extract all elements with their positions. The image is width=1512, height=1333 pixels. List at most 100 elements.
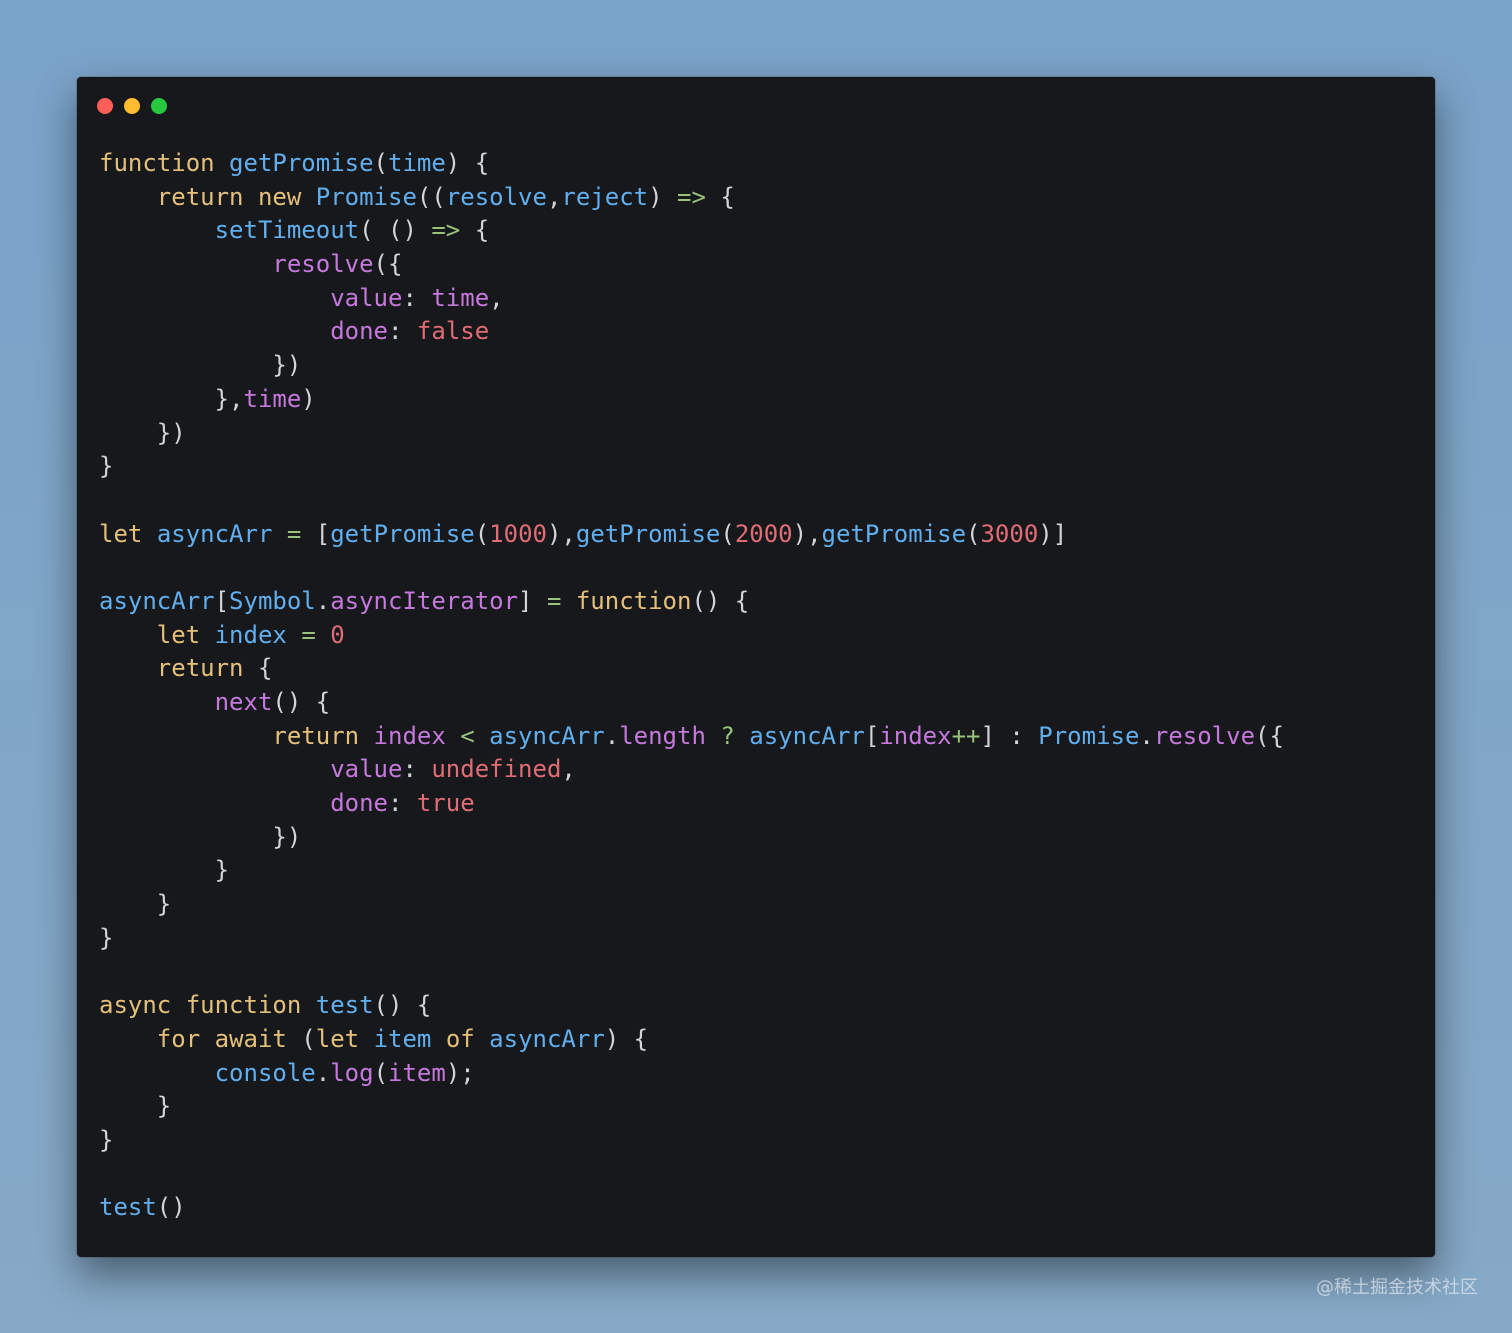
code-token: ): [301, 384, 316, 413]
code-line: }: [99, 888, 1284, 922]
code-line: done: false: [99, 315, 1284, 349]
code-token: index: [879, 721, 952, 750]
code-token: index: [214, 620, 287, 649]
code-token: ) {: [604, 1024, 649, 1053]
code-token: asyncArr: [156, 519, 273, 548]
code-token: ) {: [445, 149, 490, 177]
code-token: time: [431, 283, 490, 312]
code-block: function getPromise(time) { return new P…: [99, 147, 1284, 1225]
code-token: (: [966, 519, 981, 548]
code-token: }: [99, 1092, 172, 1121]
code-token: asyncIterator: [330, 586, 519, 615]
code-token: asyncArr: [489, 721, 605, 750]
code-token: done: [330, 789, 388, 818]
code-token: {: [460, 216, 490, 245]
code-token: console: [214, 1058, 316, 1087]
code-token: 0: [330, 620, 345, 649]
code-token: ,: [546, 182, 562, 211]
code-token: }: [99, 890, 172, 919]
code-token: index: [373, 721, 446, 750]
code-token: }: [99, 1125, 114, 1154]
code-token: =>: [431, 216, 461, 245]
code-token: =: [301, 620, 316, 649]
code-line: }): [99, 349, 1284, 383]
code-line: console.log(item);: [99, 1057, 1284, 1091]
code-token: asyncArr: [99, 586, 215, 615]
code-token: :: [387, 789, 417, 818]
code-line: }): [99, 821, 1284, 855]
traffic-lights: [97, 98, 167, 114]
code-line: }: [99, 1090, 1284, 1124]
code-line: setTimeout( () => {: [99, 214, 1284, 248]
code-token: (: [720, 519, 735, 548]
code-token: [: [214, 586, 230, 615]
code-token: }: [99, 923, 114, 952]
code-token: test: [315, 991, 374, 1020]
code-token: () {: [272, 688, 331, 716]
code-token: for await: [156, 1024, 287, 1053]
code-token: value: [330, 283, 403, 312]
code-token: length: [619, 721, 706, 750]
code-token: time: [388, 149, 446, 177]
code-line: },time): [99, 383, 1284, 417]
code-line: done: true: [99, 787, 1284, 821]
code-token: let: [315, 1024, 360, 1053]
code-token: getPromise: [229, 149, 374, 177]
code-token: item: [388, 1058, 446, 1087]
maximize-dot-icon[interactable]: [151, 98, 167, 114]
code-token: ({: [373, 250, 403, 279]
code-line: }: [99, 922, 1284, 956]
code-token: =>: [677, 182, 706, 211]
code-line: function getPromise(time) {: [99, 147, 1284, 181]
code-line: next() {: [99, 686, 1284, 720]
code-token: ,: [489, 283, 504, 312]
code-line: }: [99, 854, 1284, 888]
code-token: return new: [156, 182, 316, 211]
code-token: setTimeout: [214, 216, 360, 245]
code-token: ]: [518, 586, 547, 615]
code-token: value: [330, 755, 403, 784]
code-token: function: [99, 149, 215, 177]
code-token: )]: [1038, 519, 1068, 548]
code-line: let asyncArr = [getPromise(1000),getProm…: [99, 518, 1284, 552]
code-token: function: [575, 586, 692, 615]
close-dot-icon[interactable]: [97, 98, 113, 114]
code-token: Promise: [315, 182, 417, 211]
code-token: time: [243, 384, 302, 413]
code-token: ?: [720, 721, 735, 750]
code-token: asyncArr: [749, 721, 865, 750]
code-line: return index < asyncArr.length ? asyncAr…: [99, 720, 1284, 754]
code-token: ] :: [980, 721, 1039, 750]
code-token: let: [156, 620, 201, 649]
code-token: done: [330, 317, 388, 346]
minimize-dot-icon[interactable]: [124, 98, 140, 114]
code-token: log: [330, 1058, 374, 1087]
code-line: value: undefined,: [99, 753, 1284, 787]
code-token: () {: [373, 991, 432, 1020]
code-token: =: [546, 586, 562, 615]
code-token: :: [402, 283, 432, 312]
code-token: getPromise: [821, 519, 967, 548]
code-token: ((: [416, 182, 446, 211]
